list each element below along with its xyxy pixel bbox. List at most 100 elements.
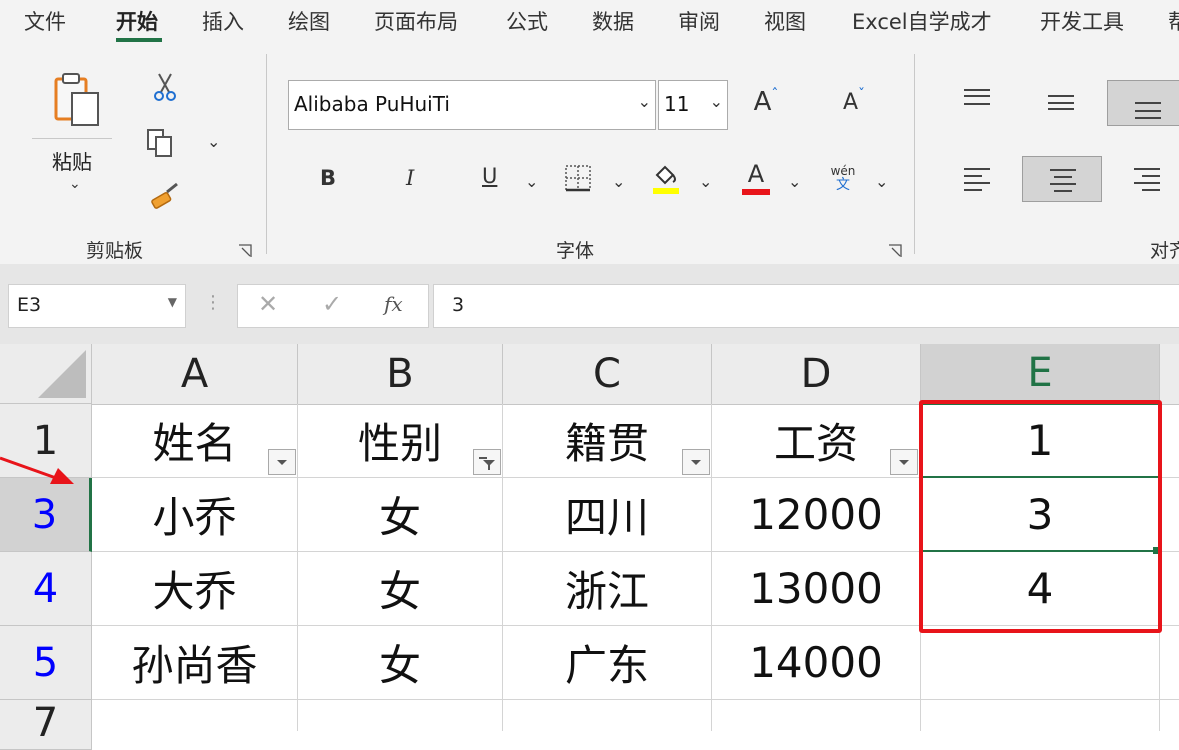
tab-home[interactable]: 开始 (116, 6, 158, 36)
copy-dropdown-caret[interactable]: ⌄ (207, 132, 220, 151)
filter-dropdown-a[interactable] (268, 449, 296, 475)
paste-label[interactable]: 粘贴 (52, 146, 92, 175)
align-center-button[interactable] (1022, 156, 1102, 202)
phonetic-dropdown-caret[interactable]: ⌄ (875, 172, 888, 191)
cut-button[interactable] (150, 70, 180, 104)
cell-a4[interactable]: 大乔 (92, 552, 298, 626)
name-box-value[interactable]: E3 (17, 294, 41, 316)
cell-d7[interactable] (712, 700, 921, 731)
ribbon: 粘贴 ⌄ ⌄ 剪贴板 Alibaba PuHuiTi ⌄ 11 ⌄ A ˆ A … (0, 46, 1179, 264)
align-bottom-button[interactable] (1107, 80, 1179, 126)
format-painter-button[interactable] (148, 180, 182, 214)
font-color-dropdown-caret[interactable]: ⌄ (788, 172, 801, 191)
decrease-font-size-button[interactable]: Aˇ (836, 84, 872, 120)
clipboard-dialog-launcher-icon[interactable] (238, 244, 252, 258)
align-right-icon (1134, 168, 1160, 191)
paste-button[interactable] (44, 66, 108, 136)
confirm-entry-icon[interactable]: ✓ (322, 290, 342, 318)
borders-dropdown-caret[interactable]: ⌄ (612, 172, 625, 191)
row-header-4[interactable]: 4 (0, 552, 92, 626)
copy-icon (147, 129, 172, 157)
align-right-button[interactable] (1107, 156, 1179, 202)
copy-button[interactable] (143, 126, 177, 160)
insert-function-button[interactable]: fx (384, 292, 403, 316)
tab-file[interactable]: 文件 (24, 6, 66, 36)
filter-dropdown-c[interactable] (682, 449, 710, 475)
cell-e7[interactable] (921, 700, 1160, 731)
font-name-value[interactable]: Alibaba PuHuiTi (294, 92, 450, 116)
cell-c3[interactable]: 四川 (503, 478, 712, 552)
font-color-button[interactable]: A (740, 160, 772, 196)
cell-a3[interactable]: 小乔 (92, 478, 298, 552)
font-name-dropdown-icon[interactable]: ⌄ (638, 92, 651, 111)
cell-f3[interactable] (1160, 478, 1179, 552)
tab-help[interactable]: 帮 (1168, 6, 1179, 36)
cell-a5[interactable]: 孙尚香 (92, 626, 298, 700)
tab-developer[interactable]: 开发工具 (1040, 6, 1124, 36)
increase-font-size-button[interactable]: Aˆ (748, 84, 784, 120)
select-all-button[interactable] (0, 344, 92, 404)
column-header-a[interactable]: A (92, 344, 298, 405)
filter-dropdown-b[interactable] (473, 449, 501, 475)
cell-b7[interactable] (298, 700, 503, 731)
cell-d5[interactable]: 14000 (712, 626, 921, 700)
cancel-entry-icon[interactable]: ✕ (258, 290, 278, 318)
row-header-5[interactable]: 5 (0, 626, 92, 700)
filter-dropdown-d[interactable] (890, 449, 918, 475)
name-box-dropdown-icon[interactable]: ▼ (168, 295, 177, 309)
underline-button[interactable]: U (482, 164, 497, 188)
cell-e5[interactable] (921, 626, 1160, 700)
font-size-value[interactable]: 11 (664, 92, 689, 116)
font-size-combobox[interactable]: 11 ⌄ (658, 80, 728, 130)
tab-excel-self-study[interactable]: Excel自学成才 (852, 6, 992, 36)
tab-draw[interactable]: 绘图 (288, 6, 330, 36)
tab-data[interactable]: 数据 (592, 6, 634, 36)
cut-icon (154, 73, 176, 101)
font-dialog-launcher-icon[interactable] (888, 244, 902, 258)
formula-input[interactable]: 3 (433, 284, 1179, 328)
formula-value[interactable]: 3 (452, 294, 464, 316)
row-header-7[interactable]: 7 (0, 700, 92, 750)
align-left-button[interactable] (937, 156, 1017, 202)
paste-dropdown-caret[interactable]: ⌄ (69, 176, 81, 192)
column-header-f[interactable] (1160, 344, 1179, 405)
cell-d4[interactable]: 13000 (712, 552, 921, 626)
cell-f5[interactable] (1160, 626, 1179, 700)
tab-page-layout[interactable]: 页面布局 (374, 6, 458, 36)
fill-color-dropdown-caret[interactable]: ⌄ (699, 172, 712, 191)
column-header-b[interactable]: B (298, 344, 503, 405)
cell-c1[interactable]: 籍贯 (503, 404, 712, 478)
dropdown-arrow-icon (691, 460, 701, 465)
cell-d3[interactable]: 12000 (712, 478, 921, 552)
column-header-e[interactable]: E (921, 344, 1160, 405)
tab-review[interactable]: 审阅 (678, 6, 720, 36)
font-name-combobox[interactable]: Alibaba PuHuiTi ⌄ (288, 80, 656, 130)
tab-insert[interactable]: 插入 (202, 6, 244, 36)
tab-formulas[interactable]: 公式 (506, 6, 548, 36)
phonetic-guide-button[interactable]: wén 文 (826, 162, 860, 196)
cell-b5[interactable]: 女 (298, 626, 503, 700)
align-top-button[interactable] (937, 76, 1017, 122)
cell-b4[interactable]: 女 (298, 552, 503, 626)
cell-c4[interactable]: 浙江 (503, 552, 712, 626)
decrease-font-icon: A (842, 89, 859, 115)
fill-color-button[interactable] (650, 160, 682, 196)
underline-dropdown-caret[interactable]: ⌄ (525, 172, 538, 191)
borders-button[interactable] (562, 162, 594, 194)
formula-bar-area: E3 ▼ ⋮ ✕ ✓ fx 3 (0, 264, 1179, 344)
cell-f1[interactable] (1160, 404, 1179, 478)
align-middle-button[interactable] (1021, 76, 1101, 122)
italic-button[interactable]: I (406, 166, 414, 190)
bold-button[interactable]: B (320, 166, 336, 190)
cell-c5[interactable]: 广东 (503, 626, 712, 700)
cell-a7[interactable] (92, 700, 298, 731)
font-size-dropdown-icon[interactable]: ⌄ (710, 92, 723, 111)
column-header-c[interactable]: C (503, 344, 712, 405)
name-box[interactable]: E3 ▼ (8, 284, 186, 328)
cell-f4[interactable] (1160, 552, 1179, 626)
column-header-d[interactable]: D (712, 344, 921, 405)
tab-view[interactable]: 视图 (764, 6, 806, 36)
align-center-icon (1050, 169, 1076, 192)
cell-b3[interactable]: 女 (298, 478, 503, 552)
cell-c7[interactable] (503, 700, 712, 731)
